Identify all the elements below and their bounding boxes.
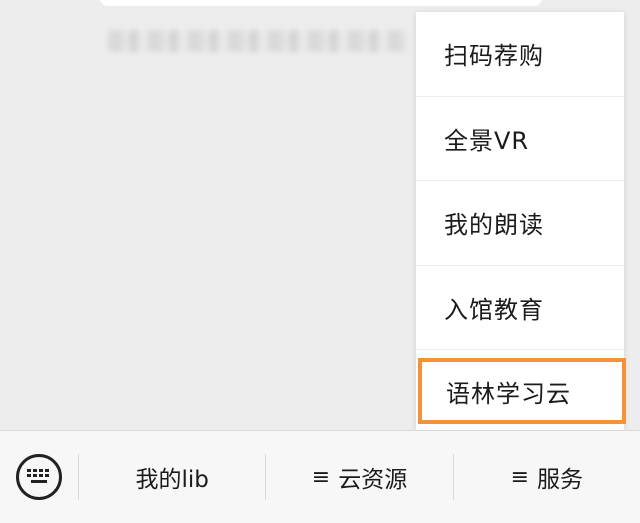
bottom-menu-bar: 我的lib ≡ 云资源 ≡ 服务 bbox=[0, 430, 640, 523]
tab-label: 服务 bbox=[537, 467, 584, 493]
blurred-text bbox=[108, 30, 408, 52]
message-bubble-edge bbox=[100, 0, 542, 6]
tab-my-lib[interactable]: 我的lib bbox=[79, 431, 265, 523]
tab-cloud-resources[interactable]: ≡ 云资源 bbox=[266, 431, 452, 523]
menu-item-label: 语林学习云 bbox=[446, 379, 571, 408]
menu-item-label: 我的朗读 bbox=[444, 211, 544, 240]
menu-item-panorama-vr[interactable]: 全景VR bbox=[416, 97, 624, 181]
menu-item-scan-recommend[interactable]: 扫码荐购 bbox=[416, 12, 624, 97]
menu-item-label: 入馆教育 bbox=[444, 295, 544, 324]
menu-item-label: 扫码荐购 bbox=[444, 42, 544, 71]
service-popup-menu: 扫码荐购 全景VR 我的朗读 入馆教育 语林学习云 bbox=[416, 12, 626, 430]
menu-lines-icon: ≡ bbox=[510, 464, 530, 490]
menu-item-label: 全景VR bbox=[444, 126, 530, 155]
menu-item-yulin-learning-cloud[interactable]: 语林学习云 bbox=[418, 358, 626, 424]
tab-label: 我的lib bbox=[135, 467, 209, 493]
menu-lines-icon: ≡ bbox=[311, 464, 331, 490]
tab-services[interactable]: ≡ 服务 bbox=[454, 431, 640, 523]
tab-label: 云资源 bbox=[338, 467, 408, 493]
menu-item-my-reading[interactable]: 我的朗读 bbox=[416, 181, 624, 266]
keyboard-toggle-button[interactable] bbox=[0, 431, 78, 523]
menu-item-entry-education[interactable]: 入馆教育 bbox=[416, 266, 624, 350]
keyboard-icon bbox=[16, 454, 62, 500]
